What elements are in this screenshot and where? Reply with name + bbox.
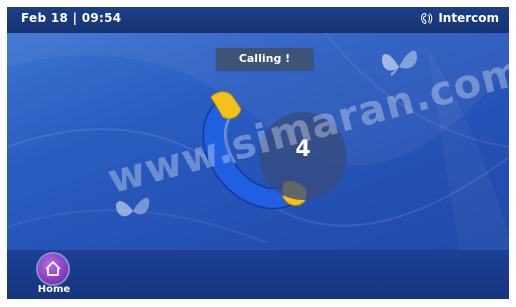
status-bar: Feb 18 | 09:54 Intercom <box>7 7 509 33</box>
home-button[interactable]: Home <box>33 252 75 296</box>
home-label: Home <box>37 284 71 295</box>
home-icon-background <box>38 254 68 284</box>
intercom-screen: Feb 18 | 09:54 Intercom Calling ! 4 www.… <box>7 7 509 299</box>
bottom-bar <box>7 250 509 299</box>
date-time: Feb 18 | 09:54 <box>21 11 122 25</box>
home-icon <box>45 261 61 276</box>
app-indicator: Intercom <box>420 11 499 25</box>
intercom-icon <box>421 12 433 24</box>
app-name: Intercom <box>438 11 499 25</box>
call-status-label: Calling ! <box>216 48 313 70</box>
